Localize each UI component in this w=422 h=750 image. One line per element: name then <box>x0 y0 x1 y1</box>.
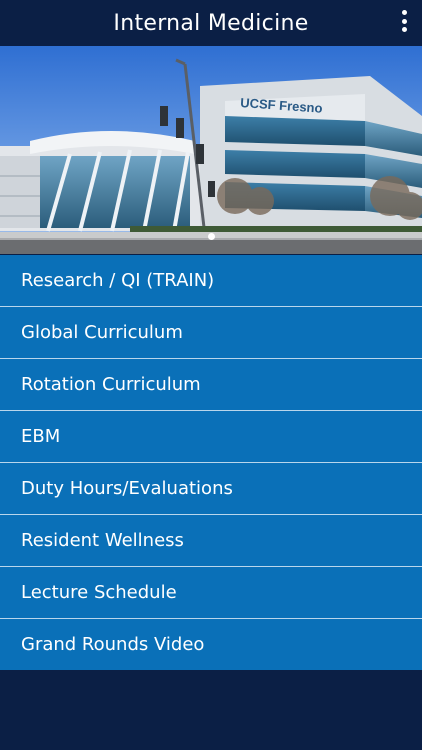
menu-item-duty-hours[interactable]: Duty Hours/Evaluations <box>0 463 422 515</box>
banner-carousel[interactable]: UCSF Fresno <box>0 46 422 254</box>
menu-item-global-curriculum[interactable]: Global Curriculum <box>0 307 422 359</box>
menu-item-resident-wellness[interactable]: Resident Wellness <box>0 515 422 567</box>
menu-dot <box>401 18 407 24</box>
menu-item-grand-rounds-video[interactable]: Grand Rounds Video <box>0 619 422 670</box>
app-header: Internal Medicine <box>0 0 422 46</box>
menu-item-research-qi[interactable]: Research / QI (TRAIN) <box>0 255 422 307</box>
menu-item-ebm[interactable]: EBM <box>0 411 422 463</box>
building-photo: UCSF Fresno <box>0 46 422 254</box>
menu-dot <box>401 10 407 15</box>
pager-dot-active[interactable] <box>207 233 215 240</box>
carousel-pager <box>0 233 422 240</box>
menu-item-rotation-curriculum[interactable]: Rotation Curriculum <box>0 359 422 411</box>
menu-item-lecture-schedule[interactable]: Lecture Schedule <box>0 567 422 619</box>
menu-dot <box>401 27 407 32</box>
app-title: Internal Medicine <box>113 10 309 36</box>
overflow-menu-icon[interactable] <box>400 10 408 32</box>
main-menu: Research / QI (TRAIN) Global Curriculum … <box>0 255 422 670</box>
app-screen: Internal Medicine UCSF Fresno Research /… <box>0 0 422 750</box>
